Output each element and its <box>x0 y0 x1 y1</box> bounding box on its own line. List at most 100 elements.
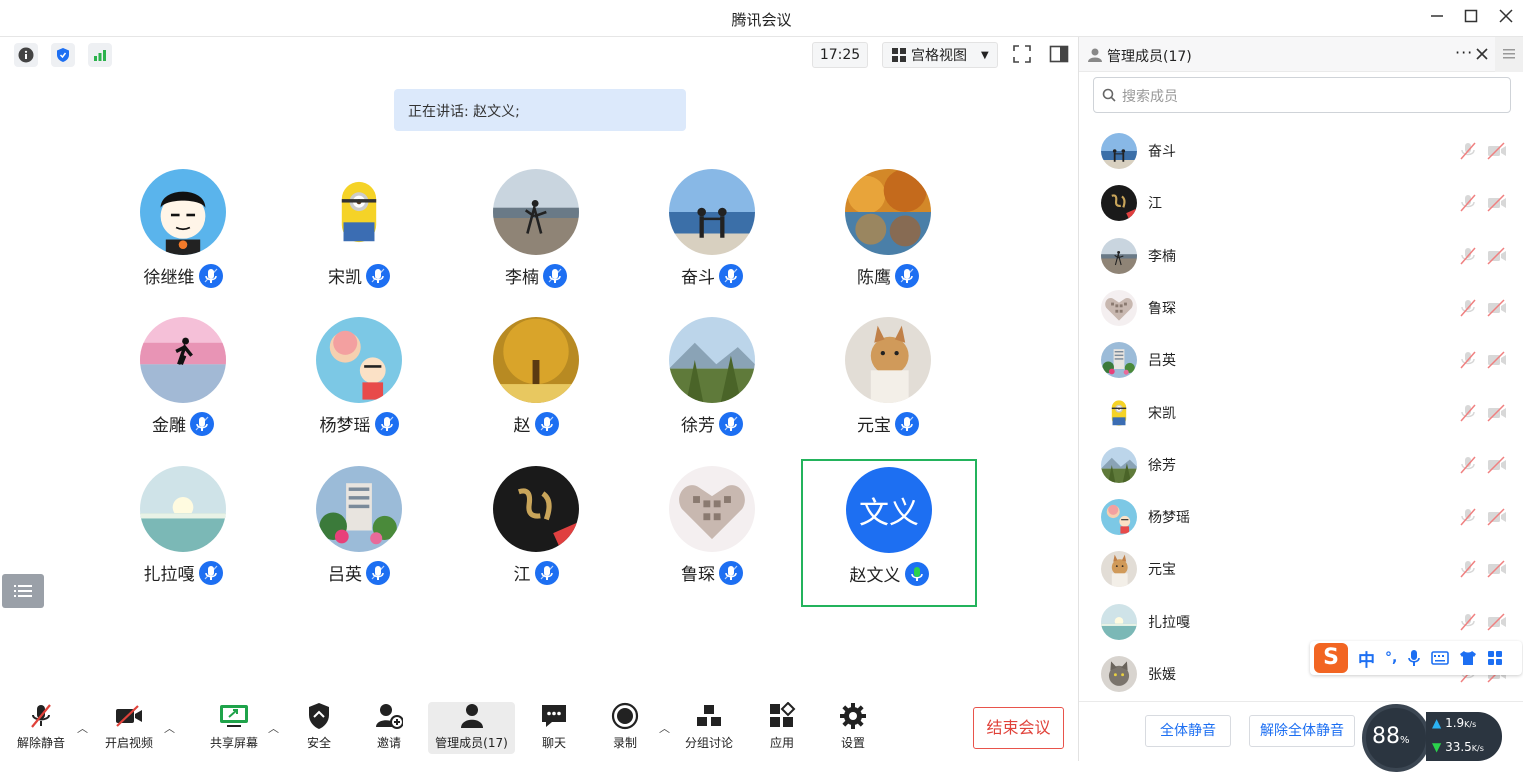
video-off-icon[interactable] <box>1486 350 1508 374</box>
member-row[interactable]: 李楠 <box>1079 230 1523 282</box>
participant-tile[interactable]: 李楠 <box>448 169 624 317</box>
end-meeting-button[interactable]: 结束会议 <box>973 707 1064 749</box>
share-screen-button[interactable]: 共享屏幕 <box>204 702 264 754</box>
avatar <box>1101 237 1137 274</box>
video-off-icon[interactable] <box>1486 559 1508 583</box>
unmute-button[interactable]: 解除静音 <box>12 702 70 754</box>
signal-icon[interactable] <box>88 43 112 67</box>
participant-tile[interactable]: 杨梦瑶 <box>271 317 447 465</box>
security-button[interactable]: 安全 <box>299 702 339 754</box>
participant-name-row: 赵 <box>448 411 624 436</box>
sogou-logo-icon[interactable]: S <box>1314 643 1348 673</box>
maximize-icon[interactable] <box>1459 6 1483 30</box>
manage-members-button[interactable]: 管理成员(17) <box>428 702 515 754</box>
member-row[interactable]: 扎拉嘎 <box>1079 596 1523 648</box>
member-row[interactable]: 江 <box>1079 177 1523 229</box>
participant-tile[interactable]: 徐芳 <box>624 317 800 465</box>
participant-tile[interactable]: 鲁琛 <box>624 466 800 614</box>
list-icon[interactable] <box>2 574 44 608</box>
mute-all-button[interactable]: 全体静音 <box>1145 715 1231 747</box>
minimize-icon[interactable] <box>1425 6 1449 30</box>
participant-tile[interactable]: 扎拉嘎 <box>95 466 271 614</box>
mic-muted-icon <box>366 560 390 585</box>
video-off-icon[interactable] <box>1486 455 1508 479</box>
mic-muted-icon <box>719 560 743 585</box>
mic-muted-icon[interactable] <box>1459 350 1477 374</box>
start-video-button[interactable]: 开启视频 <box>100 702 158 754</box>
avatar <box>493 169 579 255</box>
chevron-up-icon[interactable]: ︿ <box>268 720 279 736</box>
chevron-up-icon[interactable]: ︿ <box>164 720 175 736</box>
mic-muted-icon[interactable] <box>1459 403 1477 427</box>
member-row[interactable]: 吕英 <box>1079 334 1523 386</box>
chevron-up-icon[interactable]: ︿ <box>77 720 88 736</box>
breakout-button[interactable]: 分组讨论 <box>680 702 738 754</box>
shield-icon[interactable] <box>51 43 75 67</box>
download-unit: K/s <box>1471 744 1484 753</box>
participant-tile[interactable]: 文义 赵文义 <box>801 459 977 607</box>
sidebar-toggle-icon[interactable] <box>1049 44 1069 68</box>
view-mode-dropdown[interactable]: 宫格视图 ▼ <box>882 42 998 68</box>
participant-tile[interactable]: 陈鹰 <box>800 169 976 317</box>
participant-tile[interactable]: 江 <box>448 466 624 614</box>
participant-name: 吕英 <box>328 565 362 585</box>
participant-tile[interactable]: 赵 <box>448 317 624 465</box>
mic-muted-icon[interactable] <box>1459 246 1477 270</box>
mic-muted-icon <box>534 411 559 436</box>
mic-muted-icon[interactable] <box>1459 559 1477 583</box>
unmute-all-button[interactable]: 解除全体静音 <box>1249 715 1355 747</box>
mic-muted-icon[interactable] <box>1459 455 1477 479</box>
video-off-icon[interactable] <box>1486 141 1508 165</box>
mic-muted-icon[interactable] <box>1459 193 1477 217</box>
video-off-icon[interactable] <box>1486 298 1508 322</box>
member-row[interactable]: 徐芳 <box>1079 439 1523 491</box>
participant-name-row: 赵文义 <box>801 561 977 586</box>
mic-muted-icon[interactable] <box>1459 507 1477 531</box>
participant-tile[interactable]: 元宝 <box>800 317 976 465</box>
member-row[interactable]: 奋斗 <box>1079 125 1523 177</box>
member-search-input[interactable]: 搜索成员 <box>1093 77 1511 113</box>
member-row[interactable]: 杨梦瑶 <box>1079 491 1523 543</box>
more-icon[interactable]: ··· <box>1455 43 1473 62</box>
mic-muted-icon <box>895 411 919 436</box>
keyboard-icon[interactable] <box>1431 651 1450 665</box>
ime-punct[interactable]: °, <box>1385 650 1397 666</box>
member-row[interactable]: 元宝 <box>1079 543 1523 595</box>
close-icon[interactable] <box>1494 6 1518 30</box>
video-off-icon[interactable] <box>1486 612 1508 636</box>
participant-tile[interactable]: 金雕 <box>95 317 271 465</box>
chevron-up-icon[interactable]: ︿ <box>659 720 670 736</box>
menu-icon[interactable] <box>1495 37 1523 72</box>
fullscreen-icon[interactable] <box>1012 44 1032 68</box>
record-button[interactable]: 录制 <box>605 702 645 754</box>
participant-tile[interactable]: 吕英 <box>271 466 447 614</box>
ime-lang[interactable]: 中 <box>1358 646 1375 671</box>
video-off-icon[interactable] <box>1486 507 1508 531</box>
record-label: 录制 <box>612 736 637 750</box>
video-off-icon[interactable] <box>1486 193 1508 217</box>
member-row[interactable]: 宋凯 <box>1079 387 1523 439</box>
skin-icon[interactable] <box>1459 650 1477 666</box>
mic-muted-icon[interactable] <box>1459 612 1477 636</box>
invite-button[interactable]: 邀请 <box>369 702 409 754</box>
participant-name: 杨梦瑶 <box>319 416 371 436</box>
mic-muted-icon[interactable] <box>1459 298 1477 322</box>
apps-button[interactable]: 应用 <box>762 702 802 754</box>
chat-button[interactable]: 聊天 <box>534 702 574 754</box>
chevron-down-icon: ▼ <box>981 49 989 61</box>
close-icon[interactable] <box>1476 48 1488 60</box>
toolbox-icon[interactable] <box>1487 650 1503 666</box>
video-off-icon <box>114 702 144 730</box>
member-row[interactable]: 鲁琛 <box>1079 282 1523 334</box>
participant-tile[interactable]: 徐继维 <box>95 169 271 317</box>
participant-tile[interactable]: 奋斗 <box>624 169 800 317</box>
voice-input-icon[interactable] <box>1407 649 1421 667</box>
video-off-icon[interactable] <box>1486 246 1508 270</box>
info-icon[interactable] <box>14 43 38 67</box>
video-off-icon[interactable] <box>1486 403 1508 427</box>
participant-tile[interactable]: 宋凯 <box>271 169 447 317</box>
settings-button[interactable]: 设置 <box>833 702 873 754</box>
mic-muted-icon[interactable] <box>1459 141 1477 165</box>
member-name: 元宝 <box>1148 562 1176 579</box>
meeting-time: 17:25 <box>812 42 868 68</box>
